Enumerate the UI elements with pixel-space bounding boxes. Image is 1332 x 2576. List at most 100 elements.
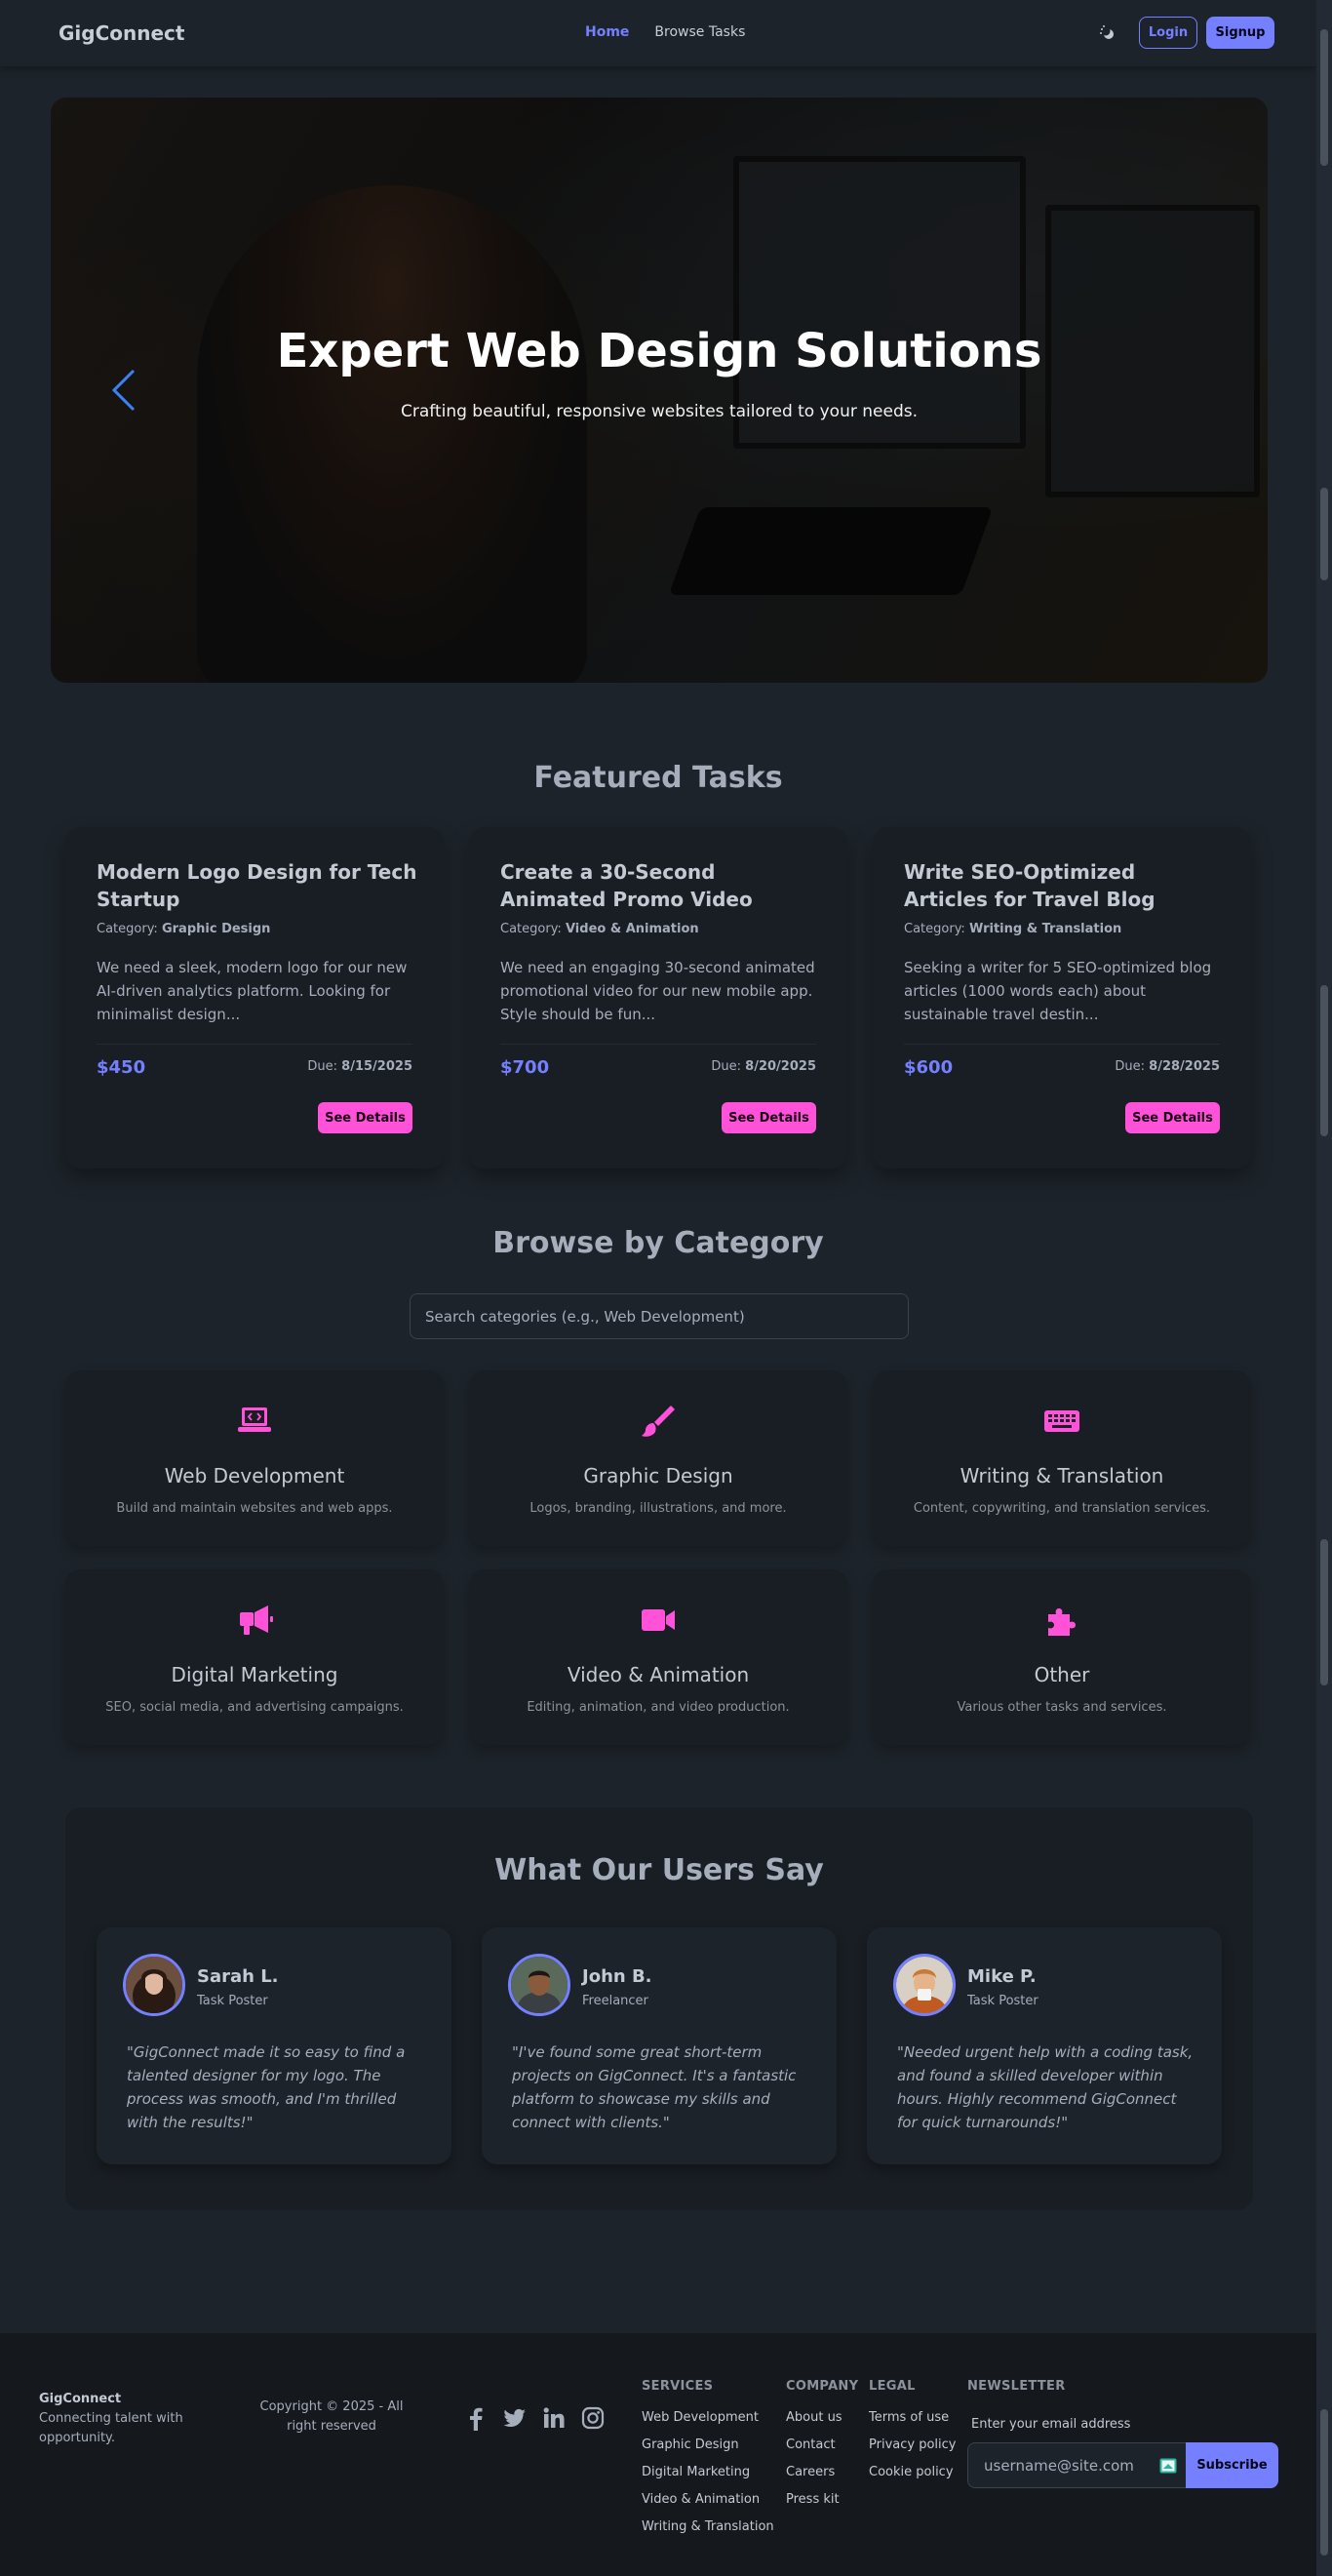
newsletter-email-input[interactable] xyxy=(967,2442,1187,2488)
megaphone-icon xyxy=(235,1601,274,1640)
avatar xyxy=(508,1954,570,2016)
theme-toggle-icon[interactable] xyxy=(1098,23,1117,43)
task-card[interactable]: Modern Logo Design for Tech Startup Cate… xyxy=(65,827,444,1169)
testimonial-quote: "Needed urgent help with a coding task, … xyxy=(897,2043,1194,2131)
task-price: $700 xyxy=(500,1057,550,1078)
facebook-icon[interactable] xyxy=(463,2405,489,2431)
nav-link-home[interactable]: Home xyxy=(585,24,629,40)
footer-link[interactable]: Web Development xyxy=(642,2409,774,2427)
login-button[interactable]: Login xyxy=(1139,17,1197,49)
task-price: $600 xyxy=(904,1057,954,1078)
laptop-code-icon xyxy=(235,1402,274,1441)
category-card-graphic-design[interactable]: Graphic Design Logos, branding, illustra… xyxy=(469,1370,847,1546)
task-card[interactable]: Write SEO-Optimized Articles for Travel … xyxy=(873,827,1251,1169)
scroll-thumb[interactable] xyxy=(1320,1539,1328,1685)
task-price: $450 xyxy=(97,1057,146,1078)
browse-category-title: Browse by Category xyxy=(492,1226,824,1260)
task-card[interactable]: Create a 30-Second Animated Promo Video … xyxy=(469,827,847,1169)
testimonial-quote: "GigConnect made it so easy to find a ta… xyxy=(127,2043,406,2131)
hero-title: Expert Web Design Solutions xyxy=(276,324,1042,378)
task-title[interactable]: Create a 30-Second Animated Promo Video xyxy=(500,858,822,913)
autofill-contact-icon[interactable] xyxy=(1159,2458,1177,2474)
category-name: Writing & Translation xyxy=(960,1464,1164,1487)
category-card-other[interactable]: Other Various other tasks and services. xyxy=(873,1569,1251,1745)
testimonial-card: John B. Freelancer "I've found some grea… xyxy=(482,1927,837,2164)
footer-link[interactable]: Cookie policy xyxy=(869,2464,956,2481)
footer-link[interactable]: About us xyxy=(786,2409,858,2427)
task-category: Category: Writing & Translation xyxy=(904,922,1122,936)
linkedin-icon[interactable] xyxy=(541,2405,567,2431)
testimonial-card: Sarah L. Task Poster "GigConnect made it… xyxy=(97,1927,451,2164)
page-scrollbar[interactable] xyxy=(1316,0,1332,2576)
testimonials-title: What Our Users Say xyxy=(494,1853,824,1887)
task-due-date: Due: 8/15/2025 xyxy=(307,1059,412,1074)
footer-tagline: Connecting talent with opportunity. xyxy=(39,2411,183,2445)
category-name: Video & Animation xyxy=(567,1663,750,1686)
footer-link[interactable]: Graphic Design xyxy=(642,2437,774,2454)
footer-column-title: NEWSLETTER xyxy=(967,2379,1066,2394)
navbar: GigConnect Home Browse Tasks Login Signu… xyxy=(0,0,1316,66)
keyboard-icon xyxy=(1042,1402,1081,1441)
scroll-thumb[interactable] xyxy=(1320,488,1328,580)
category-description: Content, copywriting, and translation se… xyxy=(913,1501,1211,1516)
category-card-digital-marketing[interactable]: Digital Marketing SEO, social media, and… xyxy=(65,1569,444,1745)
social-links xyxy=(463,2405,606,2431)
instagram-icon[interactable] xyxy=(580,2405,606,2431)
footer-copyright: Copyright © 2025 - All right reserved xyxy=(259,2399,404,2434)
testimonial-role: Task Poster xyxy=(967,1994,1038,2008)
category-description: Editing, animation, and video production… xyxy=(527,1700,790,1715)
avatar xyxy=(893,1954,956,2016)
category-name: Web Development xyxy=(164,1464,345,1487)
footer-link[interactable]: Digital Marketing xyxy=(642,2464,774,2481)
task-title[interactable]: Write SEO-Optimized Articles for Travel … xyxy=(904,858,1226,913)
footer-link[interactable]: Press kit xyxy=(786,2491,858,2509)
footer-link[interactable]: Privacy policy xyxy=(869,2437,956,2454)
task-due-date: Due: 8/20/2025 xyxy=(711,1059,816,1074)
hero-carousel: Expert Web Design Solutions Crafting bea… xyxy=(51,98,1268,683)
footer-link[interactable]: Contact xyxy=(786,2437,858,2454)
subscribe-button[interactable]: Subscribe xyxy=(1186,2442,1278,2488)
category-search-input[interactable] xyxy=(410,1293,909,1339)
testimonial-name: John B. xyxy=(582,1966,652,1987)
see-details-button[interactable]: See Details xyxy=(1125,1102,1220,1133)
footer-link[interactable]: Writing & Translation xyxy=(642,2518,774,2536)
category-card-writing-translation[interactable]: Writing & Translation Content, copywriti… xyxy=(873,1370,1251,1546)
brand-logo[interactable]: GigConnect xyxy=(59,21,184,45)
chevron-left-icon[interactable] xyxy=(109,366,138,425)
video-camera-icon xyxy=(639,1601,678,1640)
task-title[interactable]: Modern Logo Design for Tech Startup xyxy=(97,858,418,913)
see-details-button[interactable]: See Details xyxy=(722,1102,816,1133)
hero-overlay xyxy=(51,98,1268,683)
footer-link[interactable]: Careers xyxy=(786,2464,858,2481)
featured-tasks-title: Featured Tasks xyxy=(533,761,783,795)
nav-link-browse-tasks[interactable]: Browse Tasks xyxy=(654,24,745,40)
testimonial-role: Task Poster xyxy=(197,1994,268,2008)
see-details-button[interactable]: See Details xyxy=(318,1102,412,1133)
task-description: Seeking a writer for 5 SEO-optimized blo… xyxy=(904,959,1212,1023)
footer-services-column: SERVICES Web Development Graphic Design … xyxy=(642,2379,774,2546)
divider xyxy=(500,1044,816,1045)
category-card-web-development[interactable]: Web Development Build and maintain websi… xyxy=(65,1370,444,1546)
nav-links: Home Browse Tasks xyxy=(585,24,745,40)
scroll-thumb[interactable] xyxy=(1320,2409,1328,2556)
footer-link[interactable]: Video & Animation xyxy=(642,2491,774,2509)
footer-column-title: LEGAL xyxy=(869,2379,916,2394)
footer-column-title: SERVICES xyxy=(642,2379,714,2394)
newsletter-label: Enter your email address xyxy=(971,2417,1131,2432)
testimonial-role: Freelancer xyxy=(582,1994,648,2008)
category-description: Build and maintain websites and web apps… xyxy=(116,1501,393,1516)
footer-newsletter-column: NEWSLETTER xyxy=(967,2379,1066,2409)
testimonials-section: What Our Users Say Sarah L. Task Poster … xyxy=(65,1807,1253,2210)
footer-link[interactable]: Terms of use xyxy=(869,2409,956,2427)
footer-column-title: COMPANY xyxy=(786,2379,859,2394)
signup-button[interactable]: Signup xyxy=(1206,17,1274,49)
task-category: Category: Video & Animation xyxy=(500,922,699,936)
category-description: Various other tasks and services. xyxy=(957,1700,1167,1715)
scroll-thumb[interactable] xyxy=(1320,29,1328,166)
category-card-video-animation[interactable]: Video & Animation Editing, animation, an… xyxy=(469,1569,847,1745)
scroll-thumb[interactable] xyxy=(1320,985,1328,1136)
footer-company-column: COMPANY About us Contact Careers Press k… xyxy=(786,2379,858,2518)
category-description: Logos, branding, illustrations, and more… xyxy=(529,1501,787,1516)
twitter-icon[interactable] xyxy=(502,2405,528,2431)
task-category: Category: Graphic Design xyxy=(97,922,271,936)
